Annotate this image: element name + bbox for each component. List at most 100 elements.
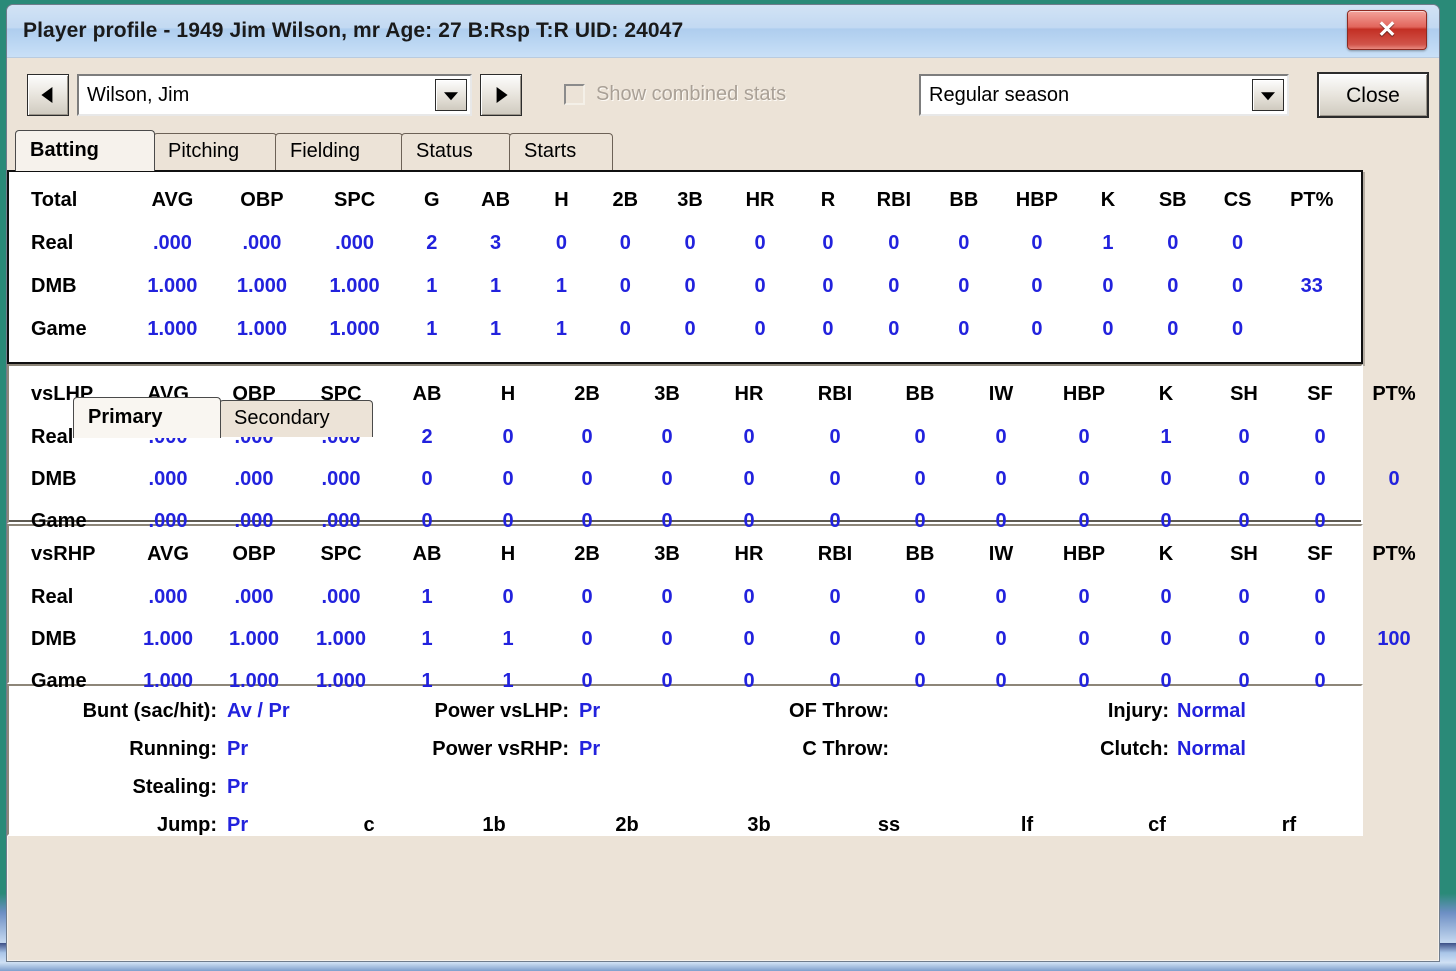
column-header: IW <box>988 542 1014 565</box>
show-combined-stats-checkbox[interactable]: Show combined stats <box>564 83 786 106</box>
position-label[interactable]: 1b <box>464 814 524 837</box>
stat-cell: 0 <box>581 425 593 448</box>
stat-cell: 0 <box>958 275 970 297</box>
position-label[interactable]: 3b <box>729 814 789 837</box>
stat-cell <box>1357 576 1431 618</box>
stat-cell: 0 <box>743 585 755 608</box>
rating-label: Jump: <box>157 814 217 836</box>
vslhp-stats-panel: vsLHP AVG OBP SPC AB H 2B 3B HR RBI BB IW HBP K SH SF PT… <box>7 364 1416 532</box>
next-player-button[interactable] <box>480 74 522 116</box>
tab-starts[interactable]: Starts <box>509 133 613 170</box>
column-header: 3B <box>677 188 703 211</box>
stat-cell: 0 <box>1314 627 1326 650</box>
ratings-panel: Bunt (sac/hit): Av / Pr Running: Pr Stealing… <box>7 684 1363 836</box>
table-row: Game 1.000 1.000 1.000 1 1 1 0 0 0 0 0 0 0 0 0 0 <box>17 308 1353 351</box>
stat-cell: 0 <box>743 627 755 650</box>
row-label: DMB <box>31 467 77 490</box>
rating-label: Clutch: <box>1100 738 1169 760</box>
rating-value: Pr <box>227 738 249 760</box>
stat-cell: 1 <box>1160 425 1172 448</box>
table-header-row: Total AVG OBP SPC G AB H 2B 3B HR R RBI BB HBP K SB CS PT… <box>17 178 1353 222</box>
stat-cell: 0 <box>1160 627 1172 650</box>
stat-cell: 0 <box>1232 318 1244 340</box>
tab-batting[interactable]: Batting <box>15 130 155 171</box>
position-label[interactable]: cf <box>1127 814 1187 837</box>
table-row: DMB 1.000 1.000 1.000 1 1 0 0 0 0 0 0 0 0 0 0 100 <box>17 618 1431 660</box>
stat-cell: 0 <box>914 467 926 490</box>
column-header: 2B <box>574 382 600 405</box>
position-label[interactable]: lf <box>997 814 1057 837</box>
column-header: 2B <box>574 542 600 565</box>
stat-cell: 0 <box>661 627 673 650</box>
rating-value: Normal <box>1177 700 1246 722</box>
position-label[interactable]: 2b <box>597 814 657 837</box>
stat-cell: 0 <box>888 318 900 340</box>
position-label[interactable]: rf <box>1259 814 1319 837</box>
stat-cell: 0 <box>502 585 514 608</box>
stat-cell: 0 <box>822 318 834 340</box>
stat-cell: .000 <box>234 467 274 490</box>
stat-cell: 0 <box>619 275 631 297</box>
stat-cell: 0 <box>1232 232 1244 254</box>
rating-label: Bunt (sac/hit): <box>82 700 217 722</box>
column-header: SB <box>1158 188 1187 211</box>
stat-cell: 0 <box>914 585 926 608</box>
stat-cell: 0 <box>1031 275 1043 297</box>
stat-cell: 0 <box>829 627 841 650</box>
stat-cell: 1 <box>502 627 514 650</box>
column-header: H <box>500 382 516 405</box>
position-label[interactable]: ss <box>859 814 919 837</box>
column-header: SF <box>1307 382 1333 405</box>
stat-cell: 100 <box>1377 627 1411 650</box>
tab-label: Pitching <box>168 140 240 162</box>
column-header: HR <box>734 542 764 565</box>
column-header: SPC <box>320 542 362 565</box>
stat-cell: 0 <box>995 425 1007 448</box>
subtab-secondary[interactable]: Secondary <box>219 400 373 437</box>
column-header: HR <box>734 382 764 405</box>
stat-cell: 0 <box>555 232 567 254</box>
stat-cell: 1 <box>426 275 438 297</box>
tab-status[interactable]: Status <box>401 133 511 170</box>
stat-cell: 0 <box>914 425 926 448</box>
show-combined-stats-label: Show combined stats <box>596 83 787 105</box>
close-button[interactable]: Close <box>1317 72 1429 118</box>
stat-cell: 0 <box>995 585 1007 608</box>
stat-cell: 0 <box>754 232 766 254</box>
column-header: HBP <box>1015 188 1059 211</box>
subtab-label: Secondary <box>234 407 330 429</box>
previous-player-button[interactable] <box>27 74 69 116</box>
tab-label: Fielding <box>290 140 361 162</box>
subtab-primary[interactable]: Primary <box>73 397 221 438</box>
column-header: vsRHP <box>31 542 96 565</box>
stat-cell: 33 <box>1300 275 1323 297</box>
column-header: RBI <box>817 382 853 405</box>
tab-pitching[interactable]: Pitching <box>153 133 277 170</box>
window-close-icon[interactable]: ✕ <box>1347 10 1427 50</box>
position-label[interactable]: c <box>339 814 399 837</box>
stat-cell: 1 <box>490 318 502 340</box>
stat-cell: 1 <box>1102 232 1114 254</box>
stat-cell: 0 <box>1238 467 1250 490</box>
stat-cell: 1.000 <box>236 275 287 297</box>
stat-cell: 0 <box>888 275 900 297</box>
tab-fielding[interactable]: Fielding <box>275 133 403 170</box>
stat-cell: 0 <box>581 467 593 490</box>
stat-cell: 0 <box>1078 585 1090 608</box>
stat-cell: 1.000 <box>236 318 287 340</box>
chevron-down-icon[interactable] <box>1252 79 1284 111</box>
chevron-down-icon[interactable] <box>435 79 467 111</box>
stat-cell: 1 <box>421 585 433 608</box>
stat-cell: 0 <box>1078 627 1090 650</box>
column-header: OBP <box>240 188 284 211</box>
stat-cell: 0 <box>619 232 631 254</box>
stat-cell: 0 <box>888 232 900 254</box>
player-select[interactable]: Wilson, Jim <box>77 74 472 116</box>
stat-cell: 0 <box>684 232 696 254</box>
season-select[interactable]: Regular season <box>919 74 1289 116</box>
stat-cell: 1.000 <box>228 627 280 650</box>
stat-cell: 0 <box>684 318 696 340</box>
stat-cell: 1.000 <box>329 318 380 340</box>
stat-cell: .000 <box>321 467 361 490</box>
stat-cell: 0 <box>1238 585 1250 608</box>
